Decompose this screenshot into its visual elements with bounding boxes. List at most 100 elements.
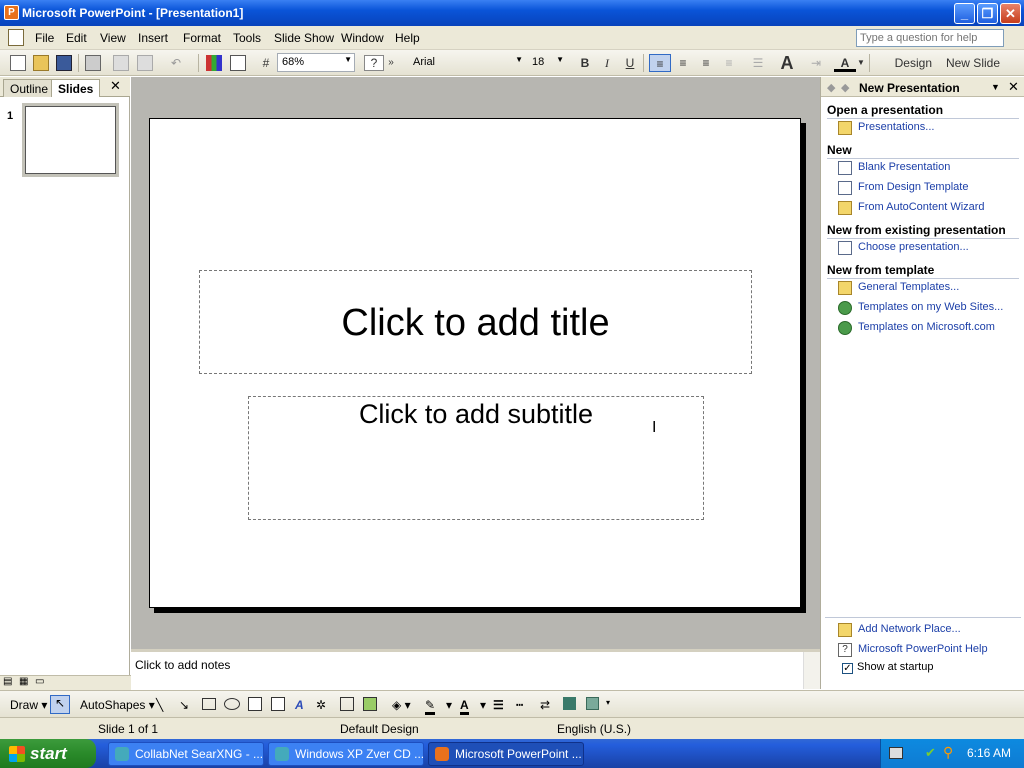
insert-chart-icon[interactable]: [206, 55, 222, 71]
rectangle-icon[interactable]: [202, 698, 216, 710]
paste-icon[interactable]: [137, 55, 153, 71]
menu-help[interactable]: Help: [395, 31, 420, 45]
microsoft-templates-link[interactable]: Templates on Microsoft.com: [858, 321, 995, 333]
bold-button[interactable]: B: [576, 54, 594, 72]
slide-canvas[interactable]: Click to add title Click to add subtitle…: [149, 118, 801, 608]
taskbar-item-windows-xp[interactable]: Windows XP Zver CD ...: [268, 742, 424, 766]
grid-icon[interactable]: #: [257, 54, 275, 72]
text-box-icon[interactable]: [248, 697, 262, 711]
font-size-select[interactable]: 18 ▼: [527, 53, 567, 72]
menu-window[interactable]: Window: [341, 31, 384, 45]
align-right-button[interactable]: ≡: [696, 54, 716, 72]
autocontent-wizard-link[interactable]: From AutoContent Wizard: [858, 201, 985, 213]
close-pane-icon[interactable]: ✕: [110, 78, 121, 94]
oval-icon[interactable]: [224, 698, 240, 710]
slide-sorter-icon[interactable]: ▦: [19, 676, 28, 687]
slide-show-icon[interactable]: ▭: [35, 676, 44, 687]
help-icon[interactable]: ?: [364, 55, 384, 71]
presentations-link[interactable]: Presentations...: [858, 121, 934, 133]
underline-button[interactable]: U: [621, 54, 639, 72]
design-button[interactable]: Design: [876, 54, 932, 72]
notes-pane[interactable]: Click to add notes: [131, 649, 820, 689]
general-templates-link[interactable]: General Templates...: [858, 281, 959, 293]
menu-format[interactable]: Format: [183, 31, 221, 45]
menu-slide-show[interactable]: Slide Show: [274, 31, 334, 45]
title-placeholder[interactable]: Click to add title: [199, 270, 752, 374]
align-center-button[interactable]: ≡: [673, 54, 693, 72]
slide-thumbnail[interactable]: [22, 103, 119, 177]
forward-arrow-icon[interactable]: ◆: [841, 81, 849, 94]
3d-style-icon[interactable]: [586, 697, 599, 710]
zoom-select[interactable]: 68% ▼: [277, 53, 355, 72]
arrow-icon[interactable]: ↘: [179, 698, 189, 712]
font-select[interactable]: Arial ▼: [408, 53, 526, 72]
close-button[interactable]: ✕: [1000, 3, 1021, 24]
network-icon[interactable]: ✔: [925, 745, 936, 761]
dash-style-icon[interactable]: ┅: [516, 698, 523, 712]
font-color-dropdown-icon[interactable]: ▾: [480, 698, 486, 712]
blank-presentation-link[interactable]: Blank Presentation: [858, 161, 950, 173]
select-arrow-icon[interactable]: ↖: [50, 695, 70, 714]
align-left-button[interactable]: ≡: [649, 54, 671, 72]
new-slide-button[interactable]: New Slide: [936, 54, 1000, 72]
tab-slides[interactable]: Slides: [51, 79, 101, 97]
indent-button[interactable]: ⇥: [806, 54, 826, 72]
tab-outline[interactable]: Outline: [3, 79, 56, 97]
menu-edit[interactable]: Edit: [66, 31, 87, 45]
menu-file[interactable]: File: [35, 31, 54, 45]
search-icon[interactable]: ⚲: [943, 744, 953, 761]
subtitle-placeholder[interactable]: Click to add subtitle: [248, 396, 704, 520]
menu-view[interactable]: View: [100, 31, 126, 45]
save-icon[interactable]: [56, 55, 72, 71]
italic-button[interactable]: I: [598, 54, 616, 72]
vertical-text-box-icon[interactable]: [271, 697, 285, 711]
justify-button[interactable]: ≡: [719, 54, 739, 72]
clip-art-icon[interactable]: [340, 697, 354, 711]
fill-color-icon[interactable]: ◈ ▾: [392, 698, 411, 712]
powerpoint-app-icon[interactable]: P: [4, 5, 19, 20]
toolbar-options-icon[interactable]: ▾: [606, 698, 610, 707]
menu-tools[interactable]: Tools: [233, 31, 261, 45]
line-color-icon[interactable]: ✎: [425, 698, 436, 715]
autoshapes-menu[interactable]: AutoShapes ▾: [80, 698, 155, 712]
copy-icon[interactable]: [113, 55, 129, 71]
shadow-style-icon[interactable]: [563, 697, 576, 710]
web-templates-link[interactable]: Templates on my Web Sites...: [858, 301, 1003, 313]
powerpoint-help-link[interactable]: Microsoft PowerPoint Help: [858, 643, 988, 655]
help-search-input[interactable]: [856, 29, 1004, 47]
add-network-place-link[interactable]: Add Network Place...: [858, 623, 961, 635]
taskbar-item-searxng[interactable]: CollabNet SearXNG - ...: [108, 742, 264, 766]
start-button[interactable]: start: [0, 739, 96, 768]
task-pane-close-icon[interactable]: ✕: [1008, 79, 1019, 95]
taskbar-item-powerpoint[interactable]: Microsoft PowerPoint ...: [428, 742, 584, 766]
line-style-icon[interactable]: ☰: [493, 698, 504, 712]
show-at-startup-checkbox[interactable]: ✓ Show at startup: [842, 661, 933, 674]
choose-presentation-link[interactable]: Choose presentation...: [858, 241, 969, 253]
minimize-button[interactable]: _: [954, 3, 975, 24]
new-document-icon[interactable]: [10, 55, 26, 71]
line-icon[interactable]: ╲: [156, 698, 163, 712]
document-menu-icon[interactable]: [8, 29, 24, 46]
from-design-template-link[interactable]: From Design Template: [858, 181, 968, 193]
restore-button[interactable]: ❐: [977, 3, 998, 24]
menu-insert[interactable]: Insert: [138, 31, 168, 45]
task-pane-menu-icon[interactable]: ▼: [991, 82, 1000, 92]
normal-view-icon[interactable]: ▤: [3, 676, 12, 687]
undo-icon[interactable]: ↶: [165, 54, 187, 72]
picture-icon[interactable]: [363, 697, 377, 711]
diagram-icon[interactable]: ✲: [316, 698, 326, 712]
print-icon[interactable]: [85, 55, 101, 71]
notes-scrollbar[interactable]: [803, 652, 820, 689]
draw-menu[interactable]: Draw ▾: [10, 698, 47, 712]
font-color-icon[interactable]: A: [460, 698, 469, 715]
toolbar-overflow-icon[interactable]: »: [386, 54, 396, 72]
arrow-style-icon[interactable]: ⇄: [540, 698, 550, 712]
open-folder-icon[interactable]: [33, 55, 49, 71]
back-arrow-icon[interactable]: ◆: [827, 81, 835, 94]
insert-table-icon[interactable]: [230, 55, 246, 71]
line-color-dropdown-icon[interactable]: ▾: [446, 698, 452, 712]
increase-font-button[interactable]: A: [776, 54, 798, 72]
wordart-icon[interactable]: A: [295, 698, 304, 712]
keyboard-icon[interactable]: [889, 747, 903, 759]
font-color-dropdown-icon[interactable]: ▼: [857, 54, 865, 72]
